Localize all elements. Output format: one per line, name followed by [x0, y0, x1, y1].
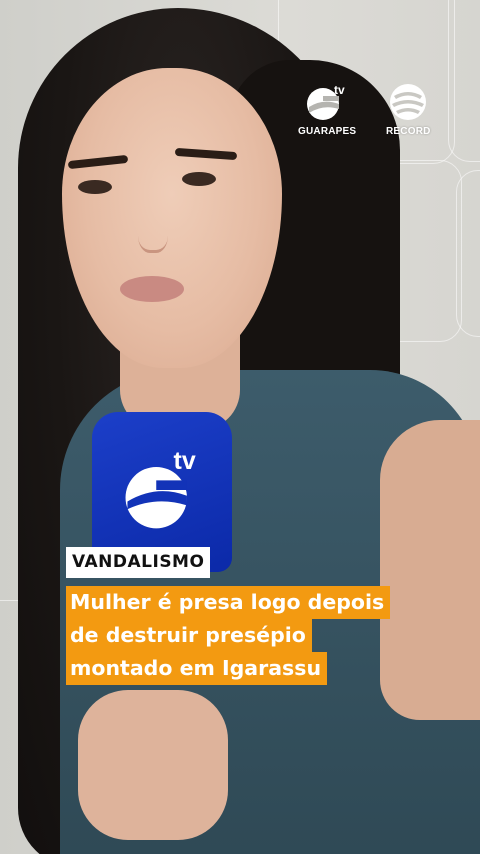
headline-line: de destruir presépio — [66, 619, 312, 652]
left-eye — [78, 180, 112, 194]
lips — [120, 276, 184, 302]
station-label: GUARAPES — [298, 126, 357, 137]
right-eye — [182, 172, 216, 186]
station-g-icon: tv — [307, 83, 345, 120]
decorative-outline-middle-right — [456, 170, 480, 337]
headline: Mulher é presa logo depois de destruir p… — [66, 586, 391, 685]
video-frame: tv tv GUARAPES RECORD VANDALISMO Mulher … — [0, 0, 480, 854]
network-logo: RECORD — [386, 82, 431, 137]
network-label: RECORD — [386, 126, 431, 137]
station-logo: tv GUARAPES — [298, 82, 356, 137]
decorative-outline-top-right — [448, 0, 480, 162]
mic-station-logo-icon: tv — [125, 447, 196, 529]
nose — [138, 210, 168, 253]
category-tag: VANDALISMO — [66, 547, 211, 578]
mic-logo-text: tv — [174, 447, 196, 475]
headline-line: montado em Igarassu — [66, 652, 328, 685]
record-globe-icon — [390, 84, 427, 120]
hand — [78, 690, 228, 840]
headline-line: Mulher é presa logo depois — [66, 586, 391, 619]
shoulder — [380, 420, 480, 720]
station-logo-text: tv — [334, 83, 345, 97]
